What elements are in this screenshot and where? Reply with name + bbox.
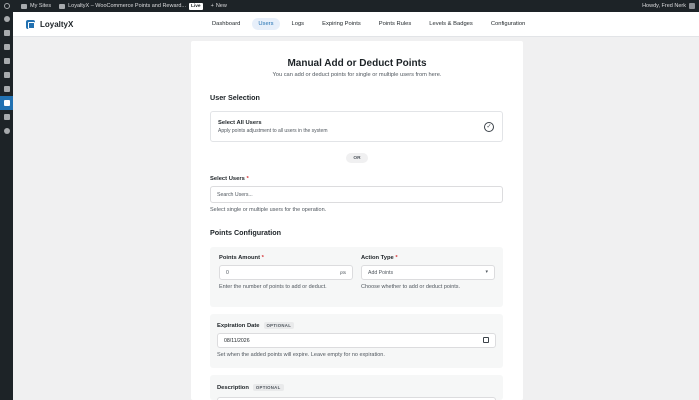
tab-expiring-points[interactable]: Expiring Points bbox=[316, 18, 367, 30]
optional-badge: OPTIONAL bbox=[263, 322, 295, 329]
points-row-panel: Points Amount * 0 pts Enter the number o… bbox=[210, 247, 503, 307]
select-users-label: Select Users * bbox=[210, 176, 249, 182]
search-users-input[interactable]: Search Users... bbox=[210, 186, 503, 203]
home-icon bbox=[59, 3, 66, 9]
payments-menu-icon[interactable] bbox=[0, 68, 13, 82]
page-subtitle: You can add or deduct points for single … bbox=[272, 72, 442, 78]
plugin-nav: Dashboard Users Logs Expiring Points Poi… bbox=[206, 18, 537, 30]
dashboard-menu-icon[interactable] bbox=[0, 12, 13, 26]
tab-dashboard[interactable]: Dashboard bbox=[206, 18, 246, 30]
expiration-panel: Expiration Date OPTIONAL 08/11/2026 Set w… bbox=[210, 314, 503, 368]
marketing-menu-icon[interactable] bbox=[0, 110, 13, 124]
points-configuration-heading: Points Configuration bbox=[210, 228, 282, 237]
or-separator: OR bbox=[346, 153, 368, 163]
user-selection-heading: User Selection bbox=[210, 93, 260, 102]
description-panel: Description OPTIONAL bbox=[210, 375, 503, 400]
avatar bbox=[689, 3, 695, 9]
manual-points-card: Manual Add or Deduct Points You can add … bbox=[191, 41, 523, 400]
expiration-help: Set when the added points will expire. L… bbox=[217, 352, 385, 358]
required-mark: * bbox=[246, 176, 249, 182]
tab-users[interactable]: Users bbox=[252, 18, 280, 30]
select-users-help: Select single or multiple users for the … bbox=[210, 207, 327, 213]
wordpress-logo-icon[interactable] bbox=[4, 3, 13, 9]
search-users-placeholder: Search Users... bbox=[217, 191, 253, 198]
points-amount-input[interactable]: 0 pts bbox=[219, 265, 353, 280]
expiration-date-input[interactable]: 08/11/2026 bbox=[217, 333, 496, 348]
admin-bar: My Sites LoyaltyX – WooCommerce Points a… bbox=[0, 0, 699, 12]
admin-side-menu bbox=[0, 12, 13, 400]
action-type-label: Action Type * bbox=[361, 255, 398, 261]
loyaltyx-logo-icon bbox=[26, 19, 35, 29]
select-all-title: Select All Users bbox=[218, 120, 262, 126]
optional-badge: OPTIONAL bbox=[252, 384, 284, 391]
select-all-users-option[interactable]: Select All Users Apply points adjustment… bbox=[210, 111, 503, 142]
site-name-link[interactable]: LoyaltyX – WooCommerce Points and Reward… bbox=[59, 2, 203, 10]
products-menu-icon[interactable] bbox=[0, 54, 13, 68]
plugin-name: LoyaltyX bbox=[40, 19, 74, 29]
action-type-select[interactable]: Add Points ▾ bbox=[361, 265, 495, 280]
action-type-help: Choose whether to add or deduct points. bbox=[361, 284, 461, 290]
plugin-brand: LoyaltyX bbox=[26, 19, 196, 29]
tab-configuration[interactable]: Configuration bbox=[485, 18, 531, 30]
chevron-down-icon: ▾ bbox=[485, 269, 488, 275]
plus-icon: + bbox=[210, 3, 214, 9]
tab-levels-badges[interactable]: Levels & Badges bbox=[423, 18, 479, 30]
description-label: Description OPTIONAL bbox=[217, 384, 284, 391]
tab-logs[interactable]: Logs bbox=[286, 18, 311, 30]
account-menu[interactable]: Howdy, Fred Nerk bbox=[642, 3, 695, 9]
posts-menu-icon[interactable] bbox=[0, 26, 13, 40]
my-sites-icon bbox=[21, 3, 27, 9]
settings-menu-icon[interactable] bbox=[0, 124, 13, 138]
select-all-description: Apply points adjustment to all users in … bbox=[218, 128, 328, 134]
woocommerce-menu-icon[interactable] bbox=[0, 40, 13, 54]
analytics-menu-icon[interactable] bbox=[0, 82, 13, 96]
loyaltyx-menu-icon[interactable] bbox=[0, 96, 13, 110]
new-content-link[interactable]: + New bbox=[211, 3, 227, 9]
page-title: Manual Add or Deduct Points bbox=[287, 58, 427, 69]
check-circle-icon: ✓ bbox=[484, 122, 494, 132]
expiration-date-label: Expiration Date OPTIONAL bbox=[217, 322, 295, 329]
points-suffix: pts bbox=[339, 270, 346, 275]
my-sites-link[interactable]: My Sites bbox=[21, 3, 51, 9]
points-amount-label: Points Amount * bbox=[219, 255, 264, 261]
plugin-header: LoyaltyX Dashboard Users Logs Expiring P… bbox=[13, 12, 699, 37]
live-badge: Live bbox=[189, 2, 203, 10]
points-amount-help: Enter the number of points to add or ded… bbox=[219, 284, 327, 290]
calendar-icon bbox=[483, 337, 489, 343]
tab-points-rules[interactable]: Points Rules bbox=[373, 18, 418, 30]
